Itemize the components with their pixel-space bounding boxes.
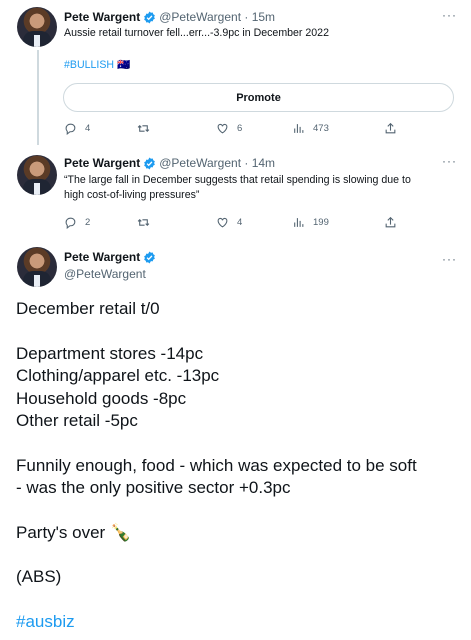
view-count: 473 xyxy=(313,123,329,134)
author-name[interactable]: Pete Wargent xyxy=(64,250,140,264)
like-button[interactable]: 4 xyxy=(216,216,242,229)
body-line: Household goods -8pc xyxy=(16,388,187,408)
thread-line xyxy=(37,50,39,145)
hashtag-link[interactable]: #ausbiz xyxy=(16,611,466,634)
reply-count: 2 xyxy=(85,217,91,228)
hashtag-link[interactable]: #BULLISH 🇦🇺 xyxy=(64,58,130,73)
reply-icon xyxy=(65,123,76,135)
like-count: 6 xyxy=(237,123,243,134)
author-handle[interactable]: @PeteWargent · 15m xyxy=(159,10,275,24)
views-button[interactable]: 199 xyxy=(292,216,329,229)
author-handle[interactable]: @PeteWargent xyxy=(64,267,159,281)
tweet-text-line1: “The large fall in December suggests tha… xyxy=(64,174,411,186)
share-button[interactable] xyxy=(384,122,405,135)
views-icon xyxy=(294,124,304,133)
body-paragraph: (ABS) xyxy=(16,567,62,586)
body-paragraph: December retail t/0 xyxy=(16,299,160,318)
reply-button[interactable]: 4 xyxy=(64,122,90,135)
verified-icon xyxy=(144,11,156,23)
like-count: 4 xyxy=(237,217,243,228)
tweet-text: Aussie retail turnover fell...err...-3.9… xyxy=(64,27,329,39)
reply-count: 4 xyxy=(85,123,91,134)
verified-icon xyxy=(144,157,156,169)
more-icon[interactable]: ··· xyxy=(442,154,457,168)
body-line: Department stores -14pc xyxy=(16,343,204,363)
reply-button[interactable]: 2 xyxy=(64,216,90,229)
share-icon xyxy=(385,122,396,134)
retweet-icon xyxy=(137,219,150,226)
body-line: Funnily enough, food - which was expecte… xyxy=(16,455,417,475)
body-line: - was the only positive sector +0.3pc xyxy=(16,478,291,497)
author-name[interactable]: Pete Wargent xyxy=(64,10,140,24)
author-handle[interactable]: @PeteWargent · 14m xyxy=(159,156,275,170)
avatar[interactable] xyxy=(17,7,57,47)
avatar[interactable] xyxy=(17,155,57,195)
author-name[interactable]: Pete Wargent xyxy=(64,156,140,170)
verified-icon xyxy=(144,251,156,263)
tweet-text-line2: high cost-of-living pressures” xyxy=(64,189,200,201)
like-icon xyxy=(217,217,228,228)
views-button[interactable]: 473 xyxy=(292,122,329,135)
views-icon xyxy=(294,218,304,227)
body-line: Other retail -5pc xyxy=(16,411,138,430)
reply-icon xyxy=(65,217,76,229)
like-button[interactable]: 6 xyxy=(216,122,242,135)
retweet-button[interactable] xyxy=(137,122,158,135)
more-icon[interactable]: ··· xyxy=(442,252,457,266)
avatar[interactable] xyxy=(17,247,57,287)
retweet-icon xyxy=(137,125,150,132)
more-icon[interactable]: ··· xyxy=(442,8,457,22)
promote-button[interactable]: Promote xyxy=(63,83,454,112)
retweet-button[interactable] xyxy=(137,216,158,229)
tweet-body: December retail t/0 Department stores -1… xyxy=(16,298,466,640)
view-count: 199 xyxy=(313,217,329,228)
body-line: Clothing/apparel etc. -13pc xyxy=(16,366,220,385)
like-icon xyxy=(217,123,228,134)
share-icon xyxy=(385,216,396,228)
share-button[interactable] xyxy=(384,216,405,229)
body-paragraph: Party's over 🍾 xyxy=(16,522,132,542)
